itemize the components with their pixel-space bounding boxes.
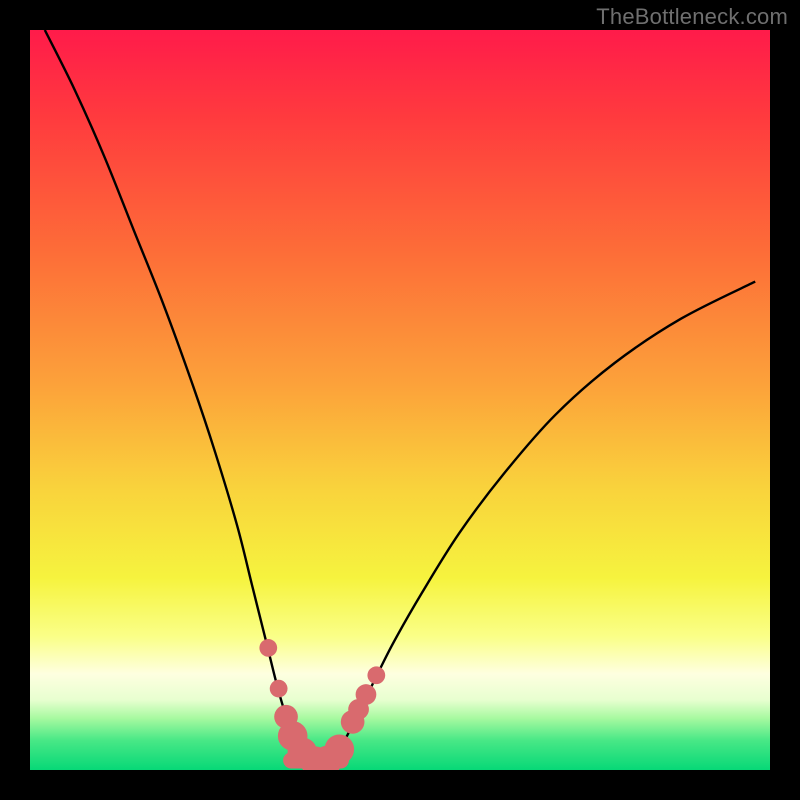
curve-marker (259, 639, 277, 657)
curve-marker (270, 680, 288, 698)
gradient-background (30, 30, 770, 770)
plot-area (30, 30, 770, 770)
curve-marker (325, 734, 355, 764)
curve-marker (367, 666, 385, 684)
bottleneck-chart (30, 30, 770, 770)
chart-stage: TheBottleneck.com (0, 0, 800, 800)
curve-marker (356, 684, 377, 705)
watermark-text: TheBottleneck.com (596, 4, 788, 30)
